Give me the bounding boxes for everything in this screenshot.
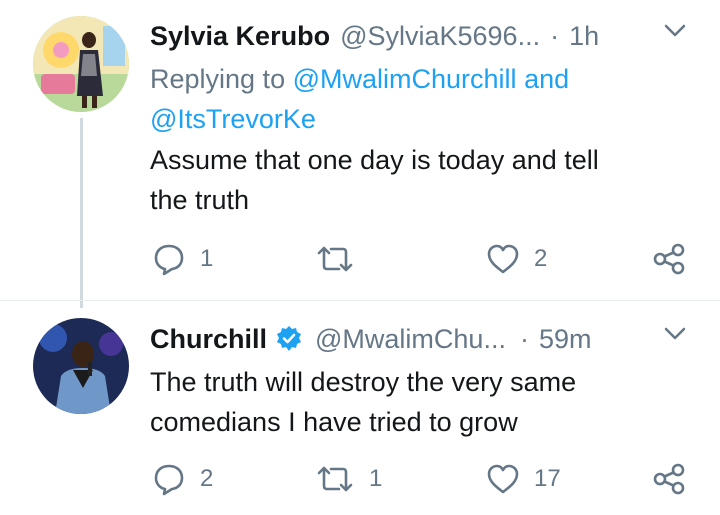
retweet-button[interactable] xyxy=(315,244,369,274)
timestamp[interactable]: 59m xyxy=(539,324,592,355)
replying-to: Replying to @MwalimChurchill and @ItsTre… xyxy=(150,59,670,139)
tweet-menu-button[interactable] xyxy=(664,24,686,38)
like-count: 17 xyxy=(534,465,561,492)
like-button[interactable]: 2 xyxy=(486,243,547,275)
like-count: 2 xyxy=(534,245,548,272)
timestamp[interactable]: 1h xyxy=(569,21,599,52)
reply-count: 1 xyxy=(200,245,214,272)
replying-user-link[interactable]: @ItsTrevorKe xyxy=(150,104,316,134)
share-icon xyxy=(653,243,685,275)
retweet-icon xyxy=(317,466,353,492)
tweet-header: Churchill @MwalimChu... · 59m xyxy=(150,321,592,357)
author-handle[interactable]: @SylviaK5696... xyxy=(340,21,540,52)
replying-and: and xyxy=(524,64,570,94)
like-icon xyxy=(487,244,519,274)
separator-dot: · xyxy=(519,323,529,354)
tweet-text-line: the truth xyxy=(150,185,250,215)
reply-button[interactable]: 1 xyxy=(152,242,213,276)
retweet-icon xyxy=(317,246,353,272)
chevron-down-icon xyxy=(664,327,686,340)
replying-prefix: Replying to xyxy=(150,64,286,94)
replying-user-link[interactable]: @MwalimChurchill xyxy=(293,64,517,94)
reply-button[interactable]: 2 xyxy=(152,462,213,496)
author-handle[interactable]: @MwalimChu... xyxy=(315,324,506,355)
like-button[interactable]: 17 xyxy=(486,463,561,495)
avatar-sylvia[interactable] xyxy=(33,16,129,112)
author-name[interactable]: Sylvia Kerubo xyxy=(150,21,330,52)
retweet-count: 1 xyxy=(369,465,383,492)
tweet-menu-button[interactable] xyxy=(664,327,686,341)
like-icon xyxy=(487,464,519,494)
tweet-text: Assume that one day is today and tell th… xyxy=(150,140,690,220)
reply-count: 2 xyxy=(200,465,214,492)
tweet-divider xyxy=(0,300,720,301)
thread-line xyxy=(80,118,83,308)
share-button[interactable] xyxy=(652,243,686,275)
retweet-button[interactable]: 1 xyxy=(315,464,382,494)
tweet-text-line: Assume that one day is today and tell xyxy=(150,145,599,175)
avatar-churchill[interactable] xyxy=(33,318,129,414)
reply-icon xyxy=(154,244,184,276)
share-button[interactable] xyxy=(652,463,686,495)
tweet-text: The truth will destroy the very same com… xyxy=(150,362,690,442)
author-name[interactable]: Churchill xyxy=(150,324,267,355)
tweet-header: Sylvia Kerubo @SylviaK5696... · 1h xyxy=(150,18,599,54)
chevron-down-icon xyxy=(664,24,686,37)
reply-icon xyxy=(154,464,184,496)
share-icon xyxy=(653,463,685,495)
tweet-text-line: comedians I have tried to grow xyxy=(150,407,518,437)
verified-badge-icon xyxy=(275,325,303,353)
separator-dot: · xyxy=(550,20,560,51)
tweet-text-line: The truth will destroy the very same xyxy=(150,367,577,397)
